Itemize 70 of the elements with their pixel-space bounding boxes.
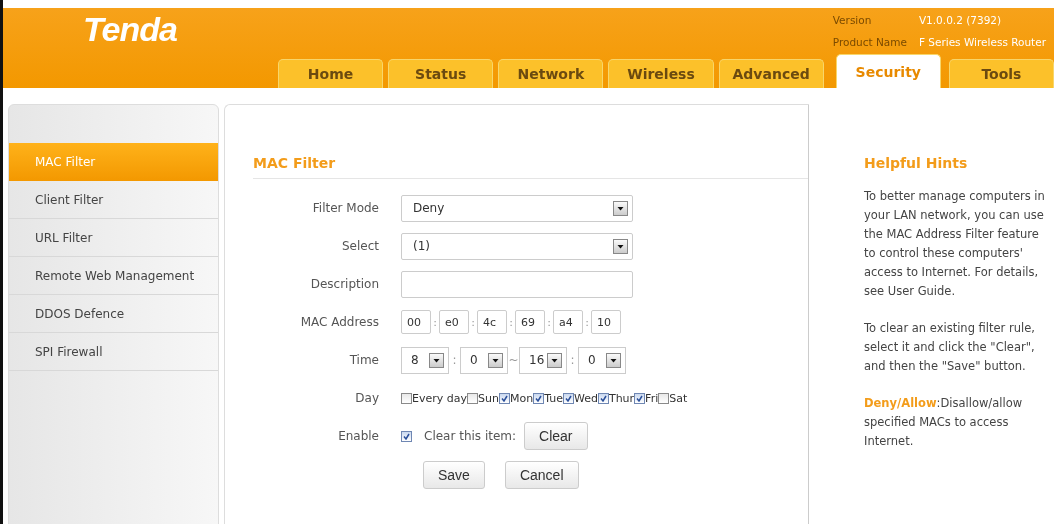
rule-select[interactable]: (1) [401, 232, 633, 260]
nav-tab[interactable]: Wireless [608, 59, 714, 88]
day-label: Sat [669, 391, 688, 405]
nav-tab[interactable]: Status [388, 59, 494, 88]
field-label: MAC Address [299, 315, 380, 329]
field-label: Day [354, 391, 380, 405]
sidebar-item[interactable]: SPI Firewall [9, 333, 218, 371]
hint-paragraph: To clear an existing filter rule, select it and click the "Clear", and then the "Save" button. [864, 320, 1036, 375]
sidebar-item[interactable]: Remote Web Management [9, 257, 218, 295]
checkbox[interactable] [634, 392, 646, 404]
time-select[interactable]: 8 [401, 346, 449, 374]
clear-button[interactable]: Clear [524, 422, 588, 450]
day-label: Thur [608, 391, 635, 405]
mac-octet-field[interactable]: e0 [439, 310, 469, 334]
mac-octet-field[interactable]: a4 [553, 310, 583, 334]
day-label: Mon [509, 391, 534, 405]
checkbox[interactable] [533, 392, 545, 404]
checkbox[interactable] [401, 392, 412, 404]
sidebar-item[interactable]: URL Filter [9, 219, 218, 257]
day-label: Sun [478, 391, 499, 405]
checkbox[interactable] [401, 430, 412, 442]
separator: ~ [508, 353, 519, 367]
mac-octet-field[interactable]: 4c [477, 310, 507, 334]
save-button[interactable]: Save [423, 461, 485, 489]
field-label: Enable [337, 429, 380, 443]
separator: : [451, 353, 458, 367]
nav-tab[interactable]: Advanced [718, 59, 824, 88]
checkbox[interactable] [562, 392, 574, 404]
cancel-button[interactable]: Cancel [504, 461, 579, 489]
hint-paragraph: To better manage computers in your LAN network, you can use the MAC Address Filter feature to control these computers' access to Internet. For details, see User Guide. [864, 188, 1046, 300]
version-value: V1.0.0.2 (7392) [918, 13, 1003, 28]
separator: : [508, 315, 514, 329]
day-label: Fri [645, 391, 659, 405]
mac-octet-field[interactable]: 10 [591, 310, 621, 334]
checkbox[interactable] [658, 392, 670, 404]
time-select[interactable]: 0 [460, 346, 508, 374]
version-label: Version [832, 13, 873, 28]
hints-title: Helpful Hints [864, 154, 969, 173]
clear-label: Clear this item: [424, 429, 517, 443]
sidebar-item[interactable]: DDOS Defence [9, 295, 218, 333]
day-label: Tue [544, 391, 563, 405]
checkbox[interactable] [597, 392, 609, 404]
separator: : [569, 353, 576, 367]
description-field[interactable] [401, 270, 633, 298]
checkbox[interactable] [498, 392, 510, 404]
separator: : [470, 315, 476, 329]
field-label: Description [309, 277, 380, 291]
separator: : [584, 315, 590, 329]
product-name-label: Product Name [832, 35, 907, 50]
time-select[interactable]: 16 [519, 346, 567, 374]
mac-octet-field[interactable]: 69 [515, 310, 545, 334]
separator: : [546, 315, 552, 329]
nav-tab[interactable]: Tools [948, 59, 1054, 88]
separator: : [432, 315, 438, 329]
product-name-value: F Series Wireless Router [918, 35, 1046, 50]
logo: Tenda [83, 10, 177, 49]
day-label: Every day [412, 391, 467, 405]
time-select[interactable]: 0 [578, 346, 626, 374]
nav-tab[interactable]: Home [278, 59, 384, 88]
field-label: Select [340, 239, 380, 253]
mac-octet-field[interactable]: 00 [401, 310, 431, 334]
section-title: MAC Filter [253, 155, 808, 179]
day-label: Wed [573, 391, 598, 405]
field-label: Filter Mode [311, 201, 380, 215]
hint-paragraph: Deny/Allow:Disallow/allow specified MACs to access Internet. [864, 395, 1024, 450]
nav-tab[interactable]: Network [498, 59, 604, 88]
field-label: Time [348, 353, 380, 367]
filter-mode-select[interactable]: Deny [401, 194, 633, 222]
sidebar-item[interactable]: Client Filter [9, 181, 218, 219]
checkbox[interactable] [467, 392, 478, 404]
